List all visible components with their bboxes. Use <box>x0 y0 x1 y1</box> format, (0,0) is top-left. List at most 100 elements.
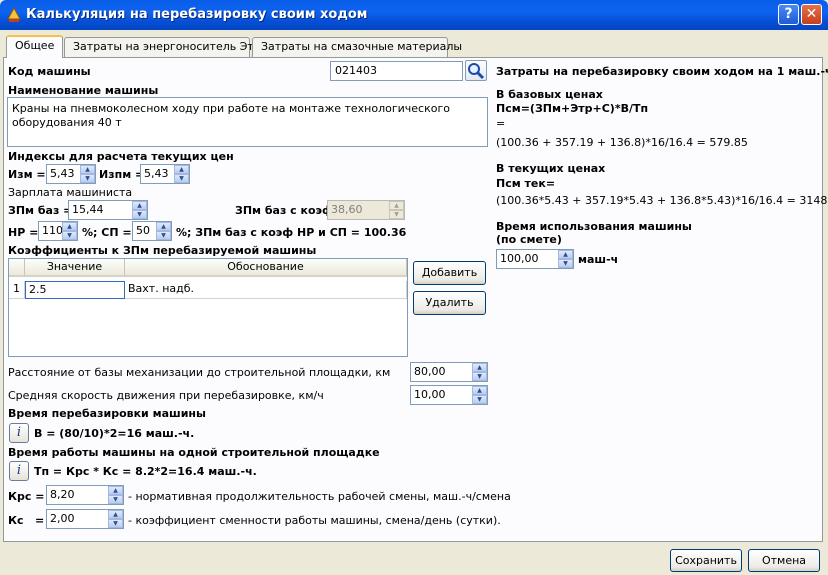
current-calc: (100.36*5.43 + 357.19*5.43 + 136.8*5.43)… <box>496 194 828 207</box>
base-calc: (100.36 + 357.19 + 136.8)*16/16.4 = 579.… <box>496 136 748 149</box>
grid-corner <box>9 259 25 277</box>
grid-header-value[interactable]: Значение <box>25 259 125 277</box>
tab-lubricant-costs[interactable]: Затраты на смазочные материалы <box>252 37 462 57</box>
spin-up-icon[interactable]: ▲ <box>472 363 487 372</box>
help-button[interactable]: ? <box>778 4 799 25</box>
speed-value: 10,00 <box>414 388 446 401</box>
spin-up-icon[interactable]: ▲ <box>108 486 123 495</box>
transfer-formula: В = (80/10)*2=16 маш.-ч. <box>34 427 195 440</box>
current-formula: Псм тек= <box>496 177 556 190</box>
izpm-stepper[interactable]: 5,43 ▲ ▼ <box>140 164 190 184</box>
app-icon <box>7 7 21 22</box>
current-prices-label: В текущих ценах <box>496 162 606 175</box>
krs-stepper[interactable]: 8,20 ▲ ▼ <box>46 485 124 505</box>
info-icon[interactable]: i <box>9 461 29 481</box>
spin-up-icon[interactable]: ▲ <box>108 510 123 519</box>
spin-up-icon[interactable]: ▲ <box>156 222 171 231</box>
delete-button[interactable]: Удалить <box>413 291 486 315</box>
grid-header-reason[interactable]: Обоснование <box>125 259 407 277</box>
sp-stepper[interactable]: 50 ▲ ▼ <box>132 221 172 241</box>
right-title: Затраты на перебазировку своим ходом на … <box>496 65 828 78</box>
zpm-coef-value: 38,60 <box>331 203 363 216</box>
izpm-label: Изпм = <box>99 168 145 181</box>
spin-down-icon[interactable]: ▼ <box>558 259 573 268</box>
save-button[interactable]: Сохранить <box>670 549 742 572</box>
spin-down-icon: ▼ <box>389 210 404 219</box>
spin-down-icon[interactable]: ▼ <box>472 372 487 381</box>
izpm-value: 5,43 <box>144 167 169 180</box>
usage-unit: маш-ч <box>578 253 619 266</box>
grid-row-number: 1 <box>9 281 25 299</box>
spin-down-icon[interactable]: ▼ <box>108 495 123 504</box>
salary-label: Зарплата машиниста <box>8 186 133 199</box>
search-icon <box>468 63 485 80</box>
sp-value: 50 <box>136 224 150 237</box>
izm-label: Изм = <box>8 168 46 181</box>
spin-down-icon[interactable]: ▼ <box>472 395 487 404</box>
speed-label: Средняя скорость движения при перебазиро… <box>8 389 324 402</box>
kc-value: 2,00 <box>50 512 75 525</box>
machine-name-label: Наименование машины <box>8 84 159 97</box>
window-title: Калькуляция на перебазировку своим ходом <box>26 7 368 22</box>
tab-energy-costs[interactable]: Затраты на энергоноситель Этр <box>64 37 261 57</box>
krs-desc: - нормативная продолжительность рабочей … <box>128 490 511 503</box>
kc-desc: - коэффициент сменности работы машины, с… <box>128 514 501 527</box>
close-button[interactable]: ✕ <box>801 4 822 25</box>
sp-label: %; СП = <box>82 226 132 239</box>
cancel-button[interactable]: Отмена <box>748 549 820 572</box>
work-time-label: Время работы машины на одной строительно… <box>8 446 380 459</box>
machine-name-textarea[interactable]: Краны на пневмоколесном ходу при работе … <box>7 97 488 147</box>
zpm-coef-stepper: 38,60 ▲ ▼ <box>327 200 405 220</box>
usage-time-sublabel: (по смете) <box>496 233 562 246</box>
spin-down-icon[interactable]: ▼ <box>108 519 123 528</box>
izm-value: 5,43 <box>50 167 75 180</box>
krs-label: Крс = <box>8 490 45 503</box>
machine-code-label: Код машины <box>8 65 91 78</box>
spin-up-icon[interactable]: ▲ <box>62 222 77 231</box>
zpm-coef-label: ЗПм баз с коэф <box>235 204 333 217</box>
spin-down-icon[interactable]: ▼ <box>132 210 147 219</box>
spin-up-icon[interactable]: ▲ <box>472 386 487 395</box>
zpm-base-label: ЗПм баз = <box>8 204 73 217</box>
grid-cell-reason[interactable]: Вахт. надб. <box>125 281 407 299</box>
indices-label: Индексы для расчета текущих цен <box>8 150 234 163</box>
spin-up-icon[interactable]: ▲ <box>80 165 95 174</box>
coef-label: Коэффициенты к ЗПм перебазируемой машины <box>8 244 317 257</box>
usage-stepper[interactable]: 100,00 ▲ ▼ <box>496 249 574 269</box>
spin-down-icon[interactable]: ▼ <box>62 231 77 240</box>
speed-stepper[interactable]: 10,00 ▲ ▼ <box>410 385 488 405</box>
spin-down-icon[interactable]: ▼ <box>156 231 171 240</box>
spin-up-icon[interactable]: ▲ <box>558 250 573 259</box>
distance-stepper[interactable]: 80,00 ▲ ▼ <box>410 362 488 382</box>
base-prices-label: В базовых ценах <box>496 88 603 101</box>
base-eq: = <box>496 117 506 130</box>
kc-stepper[interactable]: 2,00 ▲ ▼ <box>46 509 124 529</box>
usage-time-label: Время использования машины <box>496 220 692 233</box>
distance-label: Расстояние от базы механизации до строит… <box>8 366 391 379</box>
work-formula: Тп = Крс * Кс = 8.2*2=16.4 маш.-ч. <box>34 465 257 478</box>
calc-window: Калькуляция на перебазировку своим ходом… <box>0 0 828 575</box>
tab-general[interactable]: Общее <box>6 35 63 58</box>
spin-up-icon[interactable]: ▲ <box>174 165 189 174</box>
krs-value: 8,20 <box>50 488 75 501</box>
kc-label: Кс = <box>8 514 45 527</box>
spin-down-icon[interactable]: ▼ <box>174 174 189 183</box>
info-icon[interactable]: i <box>9 423 29 443</box>
add-button[interactable]: Добавить <box>413 261 486 285</box>
izm-stepper[interactable]: 5,43 ▲ ▼ <box>46 164 96 184</box>
search-button[interactable] <box>465 60 487 81</box>
transfer-time-label: Время перебазировки машины <box>8 407 206 420</box>
coef-grid[interactable]: Значение Обоснование 1 2.5 Вахт. надб. <box>8 258 408 357</box>
hp-label: НР = <box>8 226 39 239</box>
base-formula: Псм=(ЗПм+Этр+С)*В/Тп <box>496 102 649 115</box>
title-bar[interactable]: Калькуляция на перебазировку своим ходом… <box>0 0 828 30</box>
spin-down-icon[interactable]: ▼ <box>80 174 95 183</box>
distance-value: 80,00 <box>414 365 446 378</box>
grid-cell-value[interactable]: 2.5 <box>25 281 125 299</box>
zpm-base-stepper[interactable]: 15,44 ▲ ▼ <box>68 200 148 220</box>
machine-code-input[interactable]: 021403 <box>330 61 463 81</box>
spin-up-icon[interactable]: ▲ <box>132 201 147 210</box>
usage-value: 100,00 <box>500 252 539 265</box>
hp-value: 110 <box>42 224 63 237</box>
hp-stepper[interactable]: 110 ▲ ▼ <box>38 221 78 241</box>
